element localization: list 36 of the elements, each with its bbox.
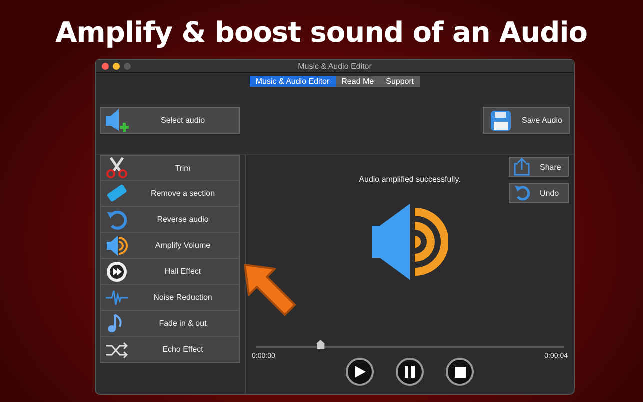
shuffle-arrows-icon xyxy=(105,340,129,358)
play-button[interactable] xyxy=(346,358,374,386)
undo-arrow-icon xyxy=(514,185,530,201)
share-button[interactable]: Share xyxy=(509,157,569,177)
headline: Amplify & boost sound of an Audio xyxy=(55,16,588,49)
tool-button[interactable]: Trim xyxy=(100,155,240,181)
stop-button[interactable] xyxy=(446,358,474,386)
speaker-icon xyxy=(105,234,129,256)
tool-button[interactable]: Remove a section xyxy=(100,181,240,207)
minimize-button[interactable] xyxy=(113,62,120,70)
pause-button[interactable] xyxy=(396,358,424,386)
save-audio-button[interactable]: Save Audio xyxy=(483,107,570,134)
stop-icon xyxy=(454,366,466,378)
status-message: Audio amplified successfully. xyxy=(359,175,461,184)
play-icon xyxy=(353,365,367,379)
razor-blade-icon xyxy=(105,182,129,204)
speaker-icon xyxy=(372,204,448,280)
select-audio-button[interactable]: Select audio xyxy=(100,107,240,134)
tab[interactable]: Read Me xyxy=(336,76,380,87)
tab[interactable]: Support xyxy=(380,76,420,87)
tool-button[interactable]: Amplify Volume xyxy=(100,233,240,259)
speaker-plus-icon xyxy=(105,108,131,134)
window-title: Music & Audio Editor xyxy=(298,62,372,70)
undo-button[interactable]: Undo xyxy=(509,183,569,203)
scissors-icon xyxy=(105,157,129,179)
tab[interactable]: Music & Audio Editor xyxy=(250,76,336,87)
tool-button[interactable]: Hall Effect xyxy=(100,259,240,285)
tool-button[interactable]: Echo Effect xyxy=(100,337,240,363)
fast-forward-icon xyxy=(106,260,128,282)
tool-button[interactable]: Fade in & out xyxy=(100,311,240,337)
close-button[interactable] xyxy=(102,62,109,70)
undo-arrow-icon xyxy=(105,208,129,230)
tool-button[interactable]: Reverse audio xyxy=(100,207,240,233)
tool-button[interactable]: Noise Reduction xyxy=(100,285,240,311)
pause-icon xyxy=(404,366,416,378)
share-icon xyxy=(514,158,530,176)
